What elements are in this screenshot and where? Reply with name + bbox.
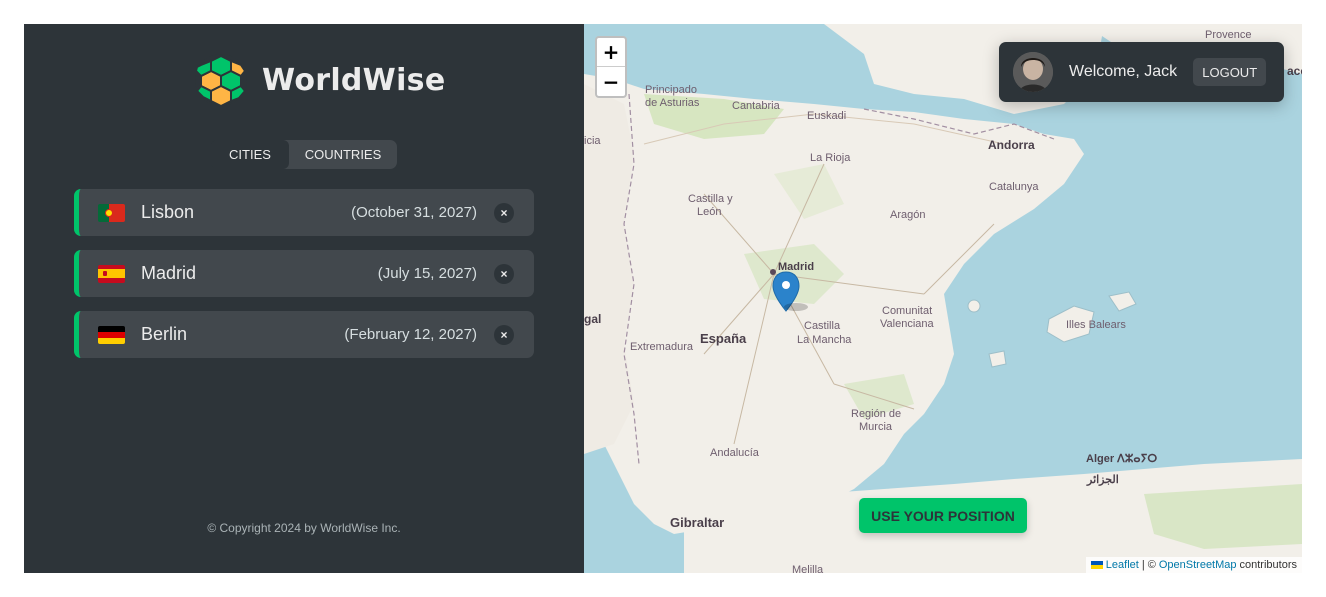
sidebar: WorldWise Cities Countries Lisbon (Octob…	[24, 24, 584, 573]
germany-flag-icon	[98, 325, 125, 344]
attribution-suffix: contributors	[1239, 559, 1297, 571]
map-label: Comunitat	[882, 305, 933, 317]
spain-flag-icon	[98, 264, 125, 283]
leaflet-link[interactable]: Leaflet	[1106, 559, 1139, 571]
tab-countries[interactable]: Countries	[289, 140, 397, 169]
map-label: de Asturias	[645, 97, 700, 109]
map-label: Valenciana	[880, 318, 934, 330]
map-label: acc	[1287, 64, 1302, 78]
map-label: Murcia	[859, 421, 893, 433]
map-label: Gibraltar	[670, 515, 725, 530]
delete-city-button[interactable]: ×	[494, 263, 514, 284]
city-item-berlin[interactable]: Berlin (February 12, 2027) ×	[74, 311, 534, 358]
map-label: Alger ⴷⵣⴰⵢⵔ	[1086, 453, 1158, 465]
city-list: Lisbon (October 31, 2027) × Madrid (July…	[74, 189, 534, 372]
map-label: icia	[584, 135, 601, 147]
city-name: Lisbon	[141, 202, 195, 222]
map-label: Provence	[1205, 29, 1252, 41]
use-position-button[interactable]: Use your position	[859, 498, 1027, 533]
view-tabs: Cities Countries	[211, 140, 397, 169]
osm-link[interactable]: OpenStreetMap	[1159, 559, 1237, 571]
globe-hex-icon	[194, 54, 247, 107]
map-label: Región de	[851, 408, 902, 420]
logout-button[interactable]: Logout	[1193, 58, 1267, 86]
map-label: Illes Balears	[1066, 319, 1126, 331]
zoom-in-button[interactable]: +	[597, 38, 625, 67]
map-label: Cantabria	[732, 100, 780, 112]
avatar	[1013, 52, 1053, 92]
map-label: Castilla y	[688, 193, 733, 205]
map-label: Catalunya	[989, 181, 1039, 193]
map-label: Principado	[645, 84, 697, 96]
zoom-out-button[interactable]: −	[597, 67, 625, 96]
map-attribution: Leaflet | © OpenStreetMap contributors	[1085, 557, 1302, 573]
tab-cities[interactable]: Cities	[211, 140, 289, 169]
city-item-madrid[interactable]: Madrid (July 15, 2027) ×	[74, 250, 534, 297]
city-date: (February 12, 2027)	[344, 326, 477, 343]
map-label: Madrid	[778, 261, 815, 273]
city-item-lisbon[interactable]: Lisbon (October 31, 2027) ×	[74, 189, 534, 236]
map-label: Andalucía	[710, 447, 759, 459]
attribution-separator: | ©	[1141, 559, 1156, 571]
copyright-text: © Copyright 2024 by WorldWise Inc.	[207, 521, 401, 535]
portugal-flag-icon	[98, 203, 125, 222]
map-label: La Mancha	[797, 334, 852, 346]
logo[interactable]: WorldWise	[194, 53, 445, 107]
map-label: Melilla	[792, 564, 824, 573]
map-label: Castilla	[804, 320, 841, 332]
map-label: Andorra	[988, 138, 1035, 152]
city-name: Madrid	[141, 263, 197, 283]
delete-city-button[interactable]: ×	[494, 202, 514, 223]
map-container[interactable]: Provence Principado de Asturias Cantabri…	[584, 24, 1302, 573]
map-label: España	[700, 331, 747, 346]
user-panel: Welcome, Jack Logout	[999, 42, 1284, 102]
zoom-control: + −	[595, 36, 627, 98]
map-label: León	[697, 206, 722, 218]
delete-city-button[interactable]: ×	[494, 324, 514, 345]
city-date: (July 15, 2027)	[377, 265, 477, 282]
map-label: La Rioja	[810, 152, 851, 164]
city-name: Berlin	[141, 324, 188, 344]
map-label: الجزائر	[1087, 474, 1119, 486]
map-label: Extremadura	[630, 341, 693, 353]
city-date: (October 31, 2027)	[351, 204, 477, 221]
user-avatar-icon	[1013, 52, 1053, 92]
map-label: Aragón	[890, 209, 926, 221]
app-layout: WorldWise Cities Countries Lisbon (Octob…	[24, 24, 1302, 573]
map-label: Euskadi	[807, 110, 847, 122]
map-label: gal	[584, 312, 602, 326]
ukraine-flag-icon	[1090, 561, 1103, 569]
welcome-text: Welcome, Jack	[1069, 63, 1178, 80]
brand-name: WorldWise	[262, 62, 446, 98]
